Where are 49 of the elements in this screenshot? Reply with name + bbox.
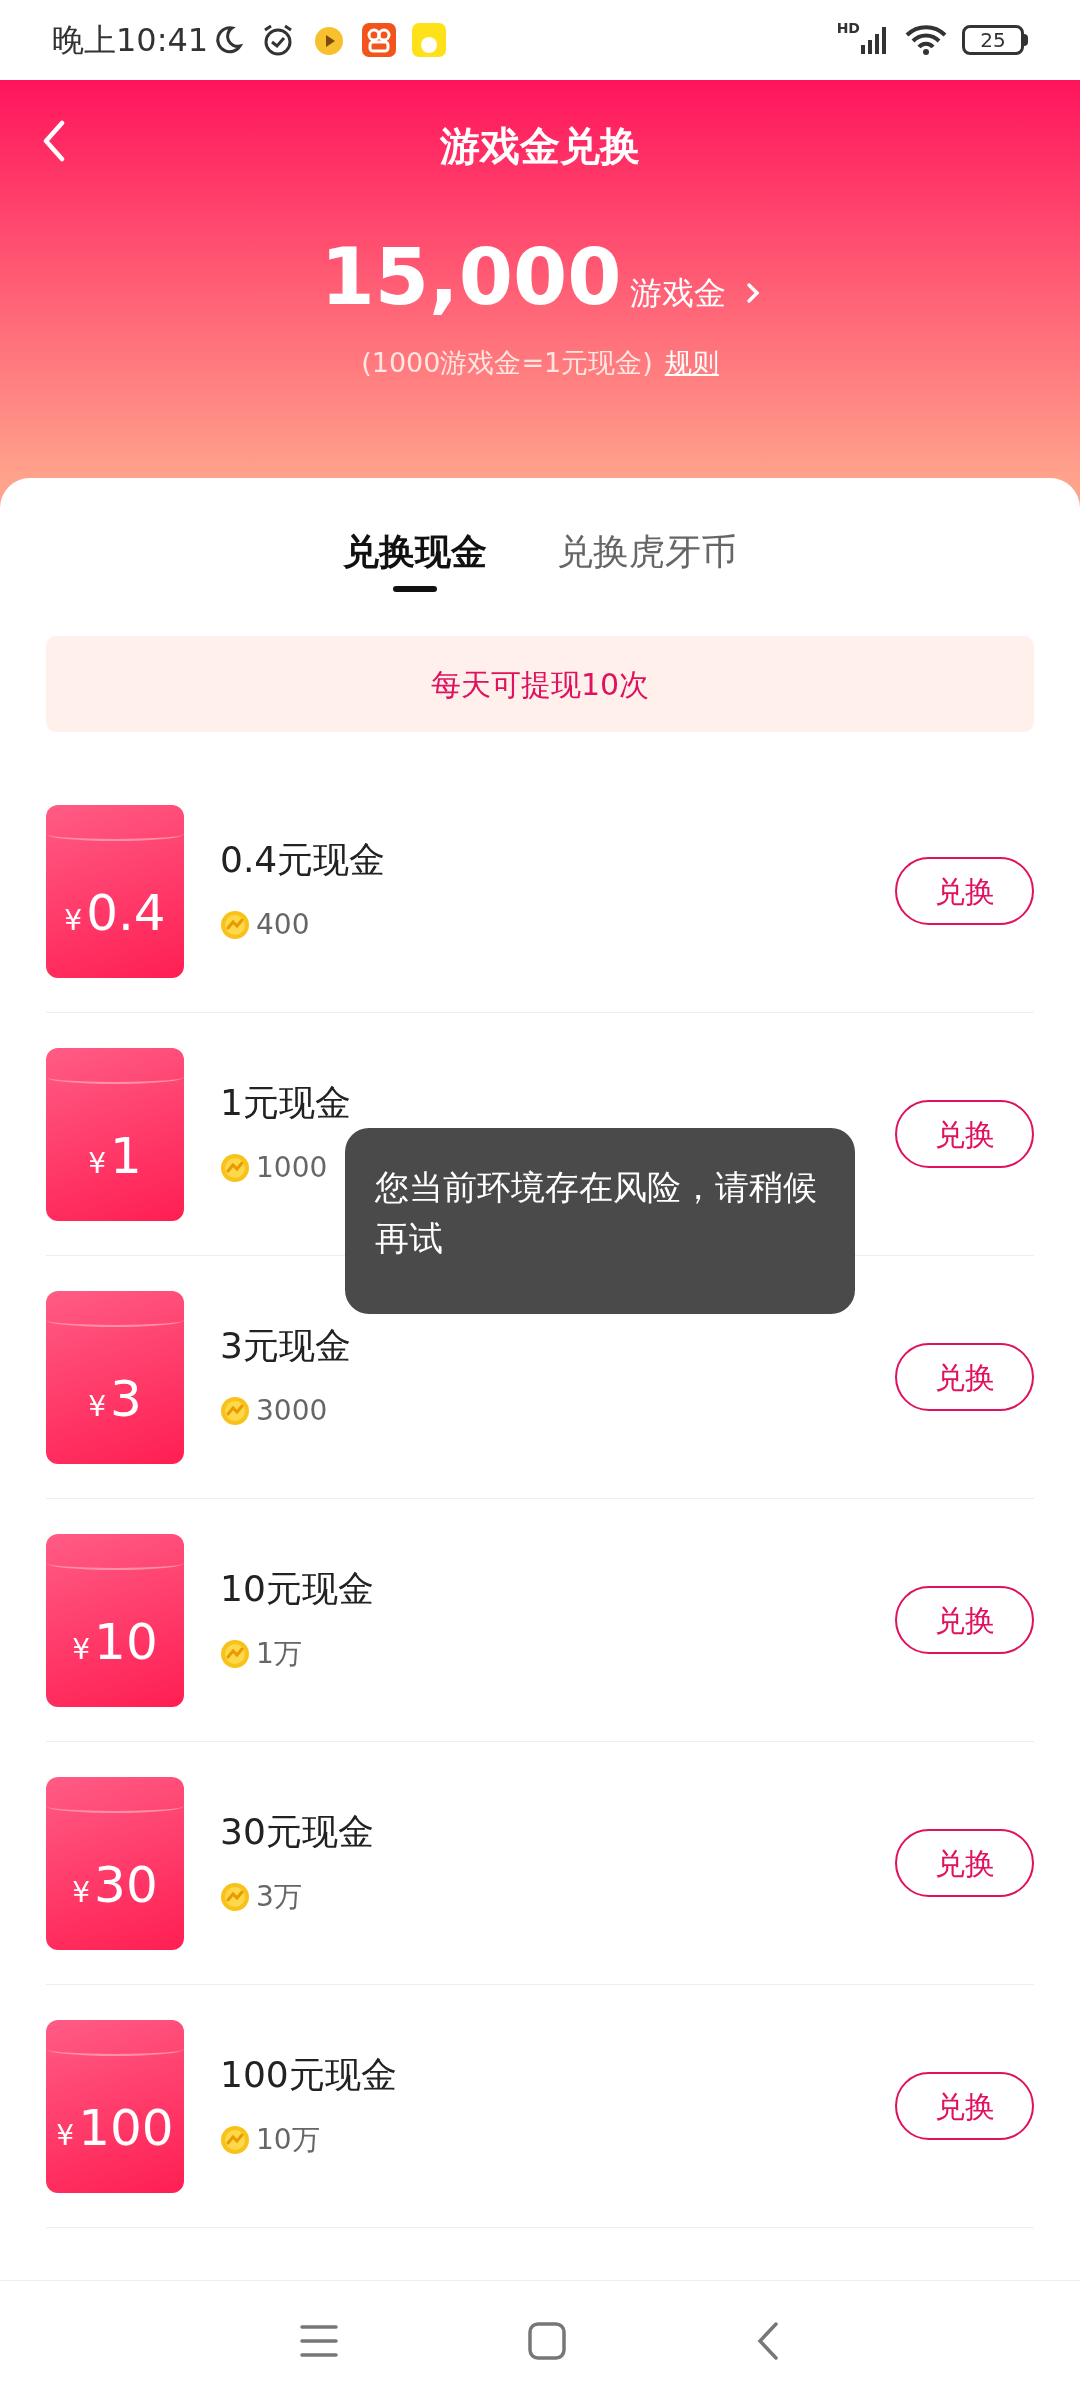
exchange-button[interactable]: 兑换 xyxy=(895,857,1034,925)
cash-amount: ¥3 xyxy=(88,1373,142,1428)
exchange-button[interactable]: 兑换 xyxy=(895,1343,1034,1411)
app-icon xyxy=(412,23,447,57)
coin-icon xyxy=(220,1152,250,1183)
balance-amount: 15,000 xyxy=(320,238,622,316)
coin-cost: 3000 xyxy=(256,1392,328,1429)
cash-amount: ¥0.4 xyxy=(64,887,166,942)
item-title: 0.4元现金 xyxy=(220,837,387,882)
tab[interactable]: 兑换虎牙币 xyxy=(557,516,737,588)
coin-icon xyxy=(220,909,250,940)
exchange-button[interactable]: 兑换 xyxy=(895,2072,1034,2140)
coin-cost: 10万 xyxy=(256,2121,320,2158)
cash-amount: ¥30 xyxy=(72,1859,158,1914)
cash-amount: ¥100 xyxy=(56,2102,174,2157)
item-title: 30元现金 xyxy=(220,1809,375,1854)
status-time: 晚上10:41 xyxy=(52,20,209,61)
coin-cost: 1000 xyxy=(256,1149,328,1186)
page-title: 游戏金兑换 xyxy=(440,122,640,171)
toast-message: 您当前环境存在风险，请稍候再试 xyxy=(345,1128,855,1314)
coin-icon xyxy=(220,2124,250,2155)
chevron-right-icon xyxy=(745,282,760,304)
menu-icon[interactable] xyxy=(300,2323,338,2358)
wifi-icon xyxy=(904,24,948,56)
app-icon xyxy=(362,23,397,57)
coin-cost: 3万 xyxy=(256,1878,302,1915)
exchange-button[interactable]: 兑换 xyxy=(895,1586,1034,1654)
rules-link[interactable]: 规则 xyxy=(664,343,719,384)
coin-cost: 1万 xyxy=(256,1635,302,1672)
exchange-button[interactable]: 兑换 xyxy=(895,1100,1034,1168)
coin-cost: 400 xyxy=(256,906,310,943)
back-icon xyxy=(42,120,66,162)
exchange-rate: (1000游戏金=1元现金) xyxy=(361,346,653,380)
cash-amount: ¥1 xyxy=(88,1130,142,1185)
network-type: HD xyxy=(836,19,860,38)
coin-icon xyxy=(220,1881,250,1912)
item-title: 100元现金 xyxy=(220,2052,398,2097)
home-icon[interactable] xyxy=(528,2321,566,2360)
balance-unit: 游戏金 xyxy=(629,273,726,314)
exchange-button[interactable]: 兑换 xyxy=(895,1829,1034,1897)
battery-level: 25 xyxy=(980,30,1006,50)
notice-banner: 每天可提现10次 xyxy=(46,636,1034,732)
coin-icon xyxy=(220,1395,250,1426)
coin-icon xyxy=(220,1638,250,1669)
item-title: 1元现金 xyxy=(220,1080,352,1125)
cash-amount: ¥10 xyxy=(72,1616,158,1671)
item-title: 3元现金 xyxy=(220,1323,352,1368)
back-icon[interactable] xyxy=(756,2321,780,2360)
item-title: 10元现金 xyxy=(220,1566,375,1611)
